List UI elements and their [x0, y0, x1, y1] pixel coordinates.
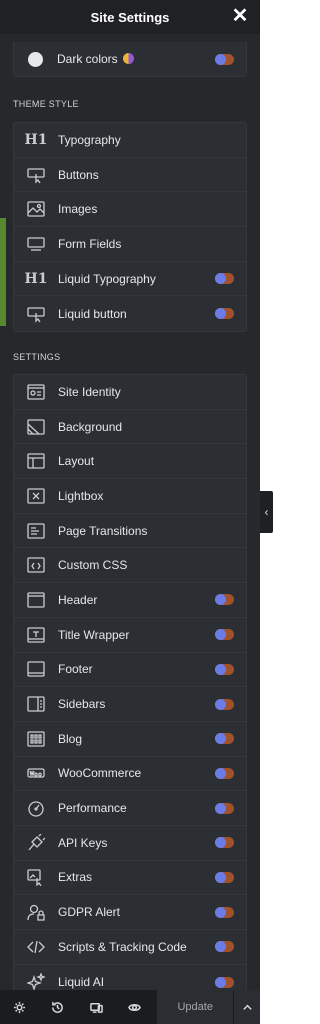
performance-toggle[interactable] [215, 802, 234, 814]
panel-header: Site Settings ✕ [0, 0, 260, 34]
liquid-ai-toggle[interactable] [215, 976, 234, 988]
dark-colors-row[interactable]: Dark colors [13, 42, 247, 77]
chevron-left-icon: ‹ [264, 505, 269, 519]
theme-item-liquid-typography[interactable]: H1 Liquid Typography [14, 262, 246, 297]
active-section-indicator [0, 218, 6, 326]
settings-item-performance[interactable]: Performance [14, 791, 246, 826]
extras-icon [26, 868, 46, 887]
title-wrapper-toggle[interactable] [215, 629, 234, 641]
theme-style-list: H1 Typography Buttons Images Form Fields… [13, 122, 247, 333]
title-wrapper-icon [26, 626, 46, 644]
background-icon [26, 418, 46, 436]
settings-item-api-keys[interactable]: API Keys [14, 826, 246, 861]
theme-item-form-fields[interactable]: Form Fields [14, 227, 246, 262]
settings-item-title-wrapper[interactable]: Title Wrapper [14, 618, 246, 653]
plug-icon [26, 833, 46, 852]
scripts-toggle[interactable] [215, 941, 234, 953]
liquid-button-toggle[interactable] [215, 308, 234, 320]
settings-item-scripts[interactable]: Scripts & Tracking Code [14, 930, 246, 965]
gauge-icon [26, 799, 46, 817]
api-keys-toggle[interactable] [215, 837, 234, 849]
theme-item-liquid-button[interactable]: Liquid button [14, 296, 246, 331]
settings-item-sidebars[interactable]: Sidebars [14, 687, 246, 722]
code-window-icon [26, 556, 46, 574]
lightbox-icon [26, 487, 46, 505]
gdpr-alert-toggle[interactable] [215, 906, 234, 918]
woocommerce-toggle[interactable] [215, 767, 234, 779]
settings-item-layout[interactable]: Layout [14, 444, 246, 480]
settings-item-custom-css[interactable]: Custom CSS [14, 548, 246, 584]
dark-colors-toggle[interactable] [215, 53, 234, 65]
settings-item-gdpr-alert[interactable]: GDPR Alert [14, 895, 246, 930]
theme-style-title: THEME STYLE [13, 99, 79, 109]
h1-icon: H1 [24, 131, 48, 148]
site-identity-icon [26, 383, 46, 401]
footer-icon [26, 660, 46, 678]
liquid-typography-toggle[interactable] [215, 273, 234, 285]
close-icon[interactable]: ✕ [230, 5, 250, 27]
preview-icon[interactable] [116, 990, 155, 1024]
settings-list: Site Identity Background Layout Lightbox… [13, 374, 247, 1001]
settings-item-lightbox[interactable]: Lightbox [14, 479, 246, 514]
extras-toggle[interactable] [215, 871, 234, 883]
settings-item-site-identity[interactable]: Site Identity [14, 375, 246, 410]
image-icon [26, 200, 46, 218]
woocommerce-icon [26, 764, 46, 782]
update-button[interactable]: Update [157, 990, 234, 1024]
color-dot-icon [28, 51, 43, 67]
layout-icon [26, 452, 46, 470]
h1-icon: H1 [24, 270, 48, 287]
panel-footer: Update [0, 990, 260, 1024]
settings-icon[interactable] [0, 990, 39, 1024]
settings-item-blog[interactable]: Blog [14, 722, 246, 757]
page-transitions-icon [26, 522, 46, 540]
theme-item-images[interactable]: Images [14, 192, 246, 228]
site-settings-panel: Site Settings ✕ Dark colors THEME STYLE … [0, 0, 260, 1024]
dark-colors-label: Dark colors [57, 52, 134, 66]
user-lock-icon [26, 903, 46, 921]
settings-item-extras[interactable]: Extras [14, 861, 246, 896]
settings-title: SETTINGS [13, 352, 61, 362]
settings-item-footer[interactable]: Footer [14, 653, 246, 688]
responsive-icon[interactable] [77, 990, 116, 1024]
button-pointer-icon [26, 305, 46, 323]
settings-item-woocommerce[interactable]: WooCommerce [14, 757, 246, 792]
sparkle-icon [26, 973, 46, 992]
sidebars-toggle[interactable] [215, 698, 234, 710]
button-pointer-icon [26, 166, 46, 184]
header-icon [26, 591, 46, 609]
page-title: Site Settings [90, 9, 170, 25]
collapse-panel-button[interactable]: ‹ [260, 491, 273, 533]
form-field-icon [26, 235, 46, 253]
settings-item-header[interactable]: Header [14, 583, 246, 618]
blog-grid-icon [26, 730, 46, 748]
sidebar-icon [26, 695, 46, 713]
half-moon-icon [122, 53, 134, 64]
chevron-up-icon[interactable] [233, 990, 260, 1024]
footer-toggle[interactable] [215, 663, 234, 675]
blog-toggle[interactable] [215, 733, 234, 745]
theme-item-typography[interactable]: H1 Typography [14, 123, 246, 158]
settings-item-background[interactable]: Background [14, 410, 246, 445]
history-icon[interactable] [39, 990, 78, 1024]
header-toggle[interactable] [215, 594, 234, 606]
settings-item-page-transitions[interactable]: Page Transitions [14, 514, 246, 549]
code-icon [26, 938, 46, 956]
theme-item-buttons[interactable]: Buttons [14, 158, 246, 193]
